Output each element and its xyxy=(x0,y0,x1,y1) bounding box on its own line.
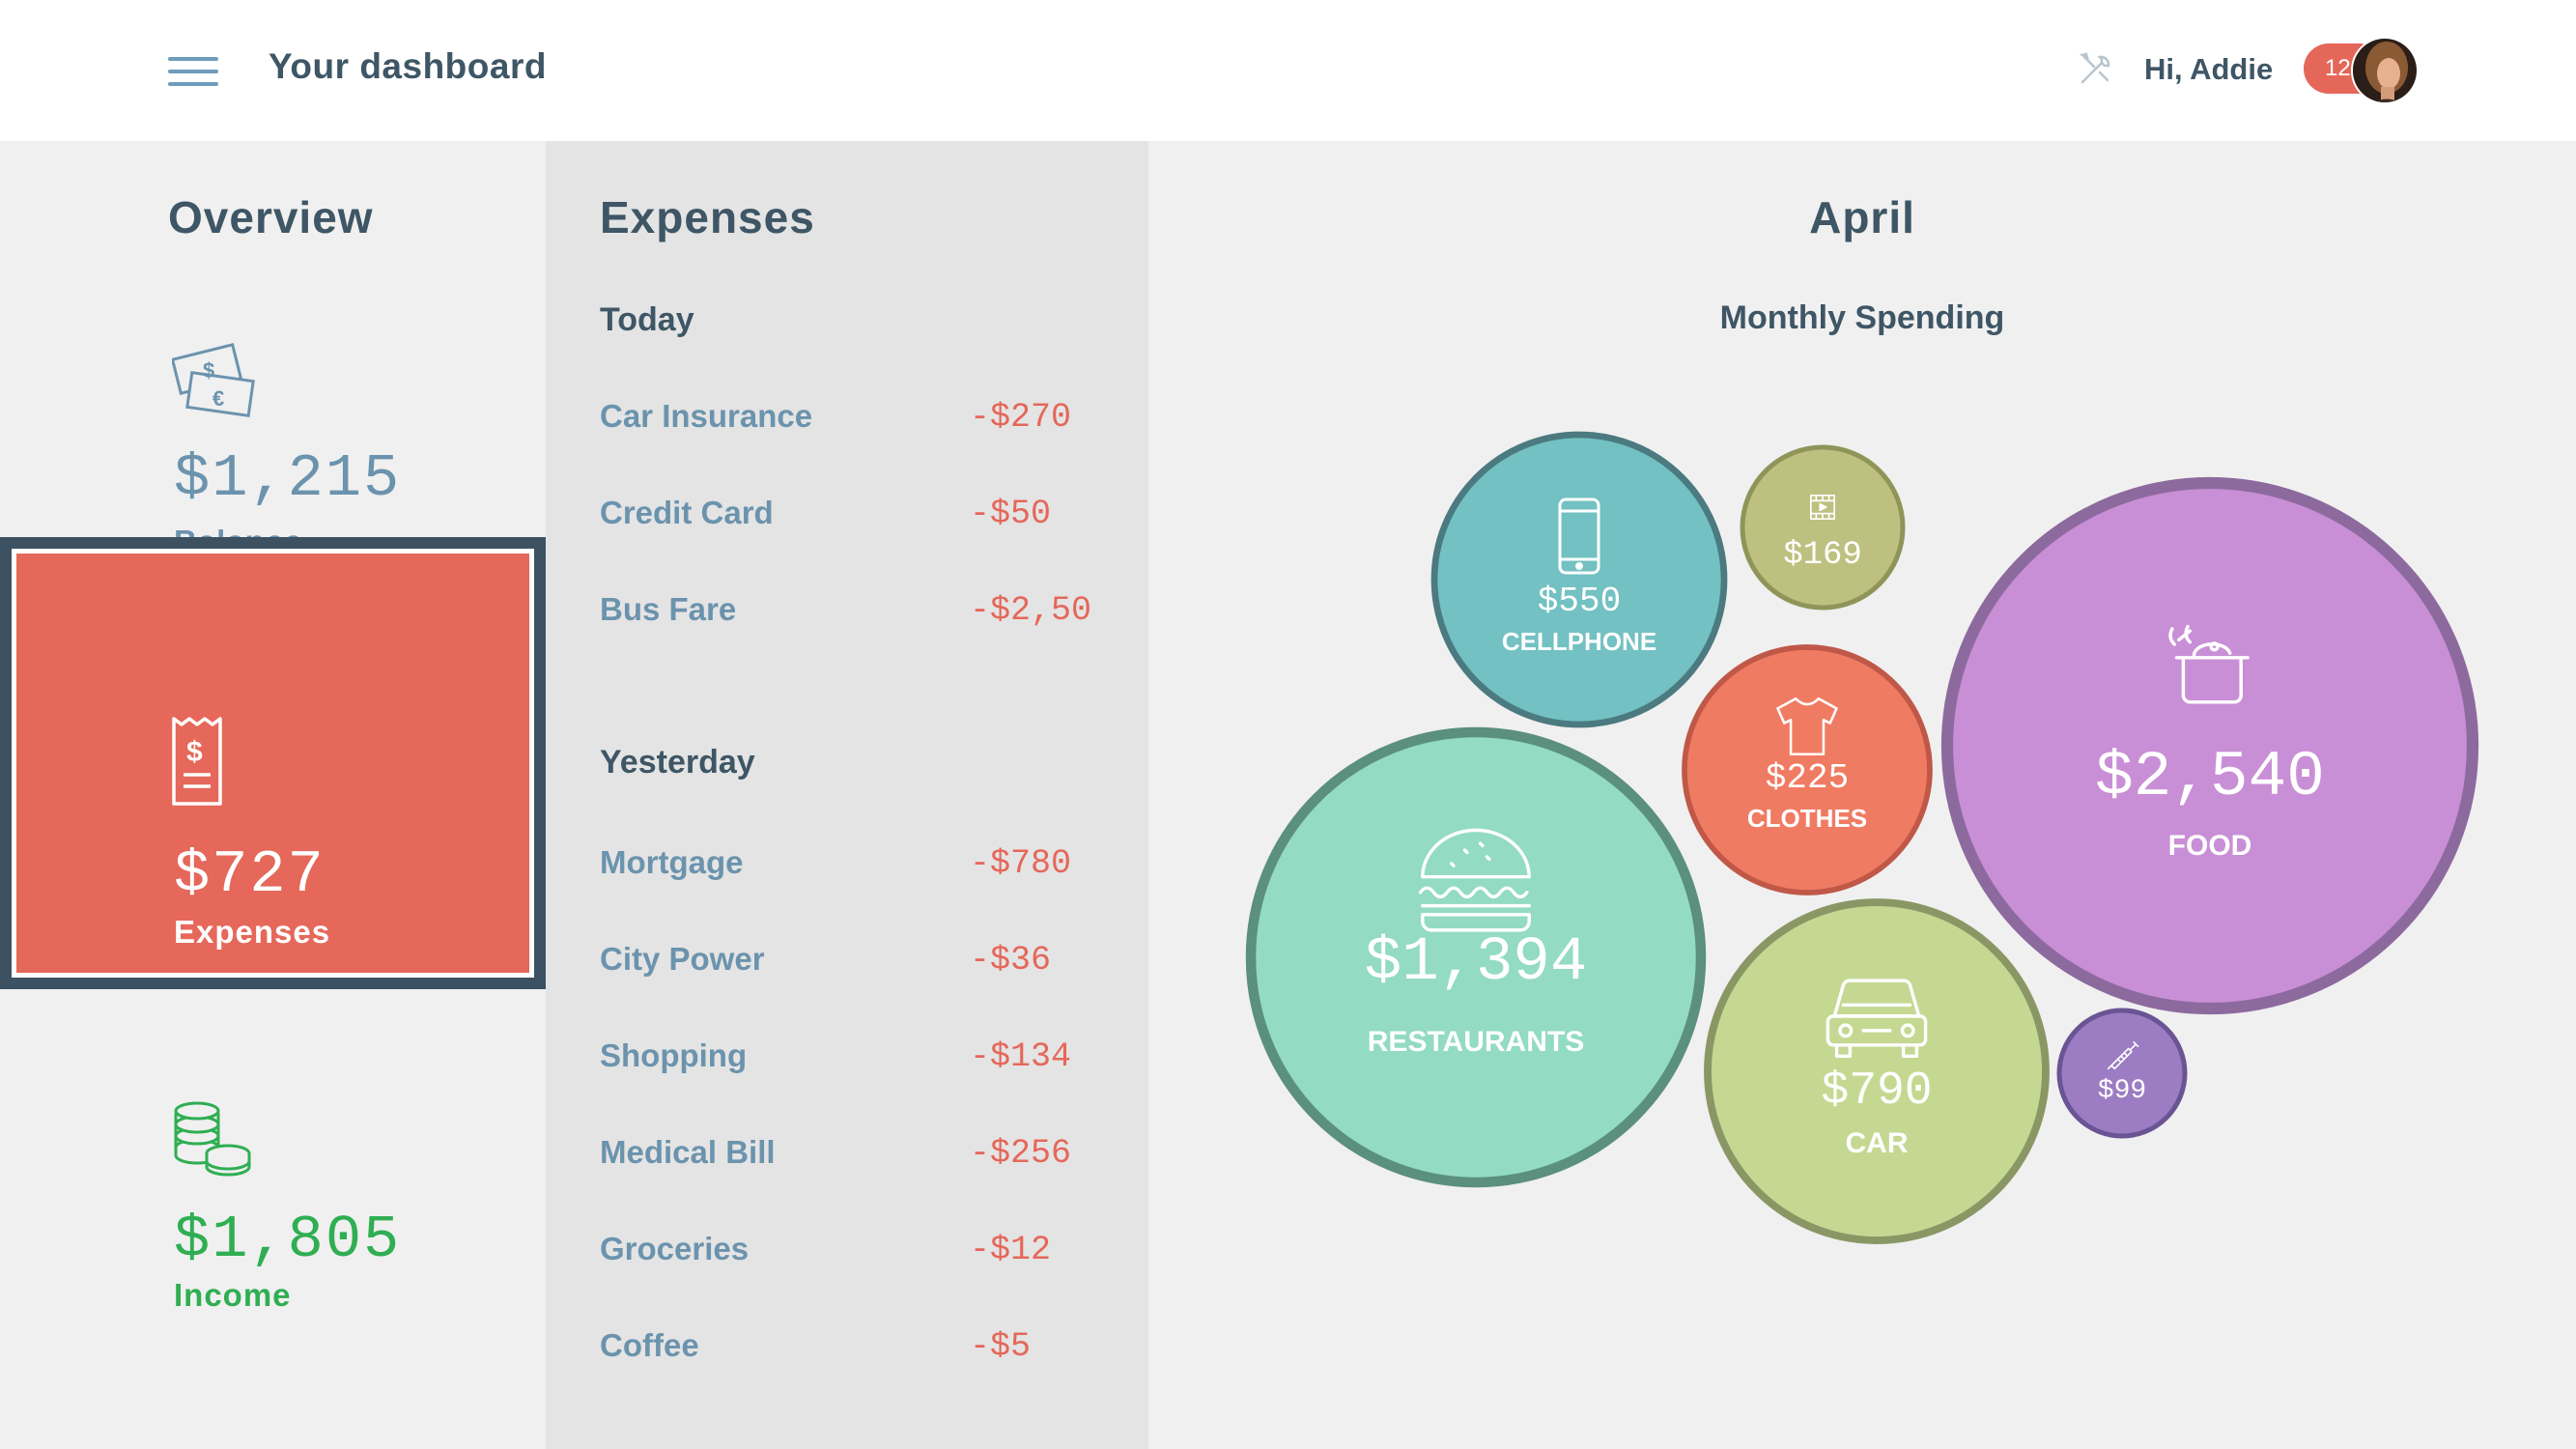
bubble-food[interactable]: $2,540 FOOD xyxy=(1940,476,2479,1015)
bubble-label: FOOD xyxy=(2168,830,2252,862)
bubble-circle xyxy=(1430,431,1728,728)
bubble-value: $790 xyxy=(1821,1065,1932,1118)
bubble-label: CAR xyxy=(1846,1127,1909,1159)
bubble-value: $550 xyxy=(1538,582,1621,621)
bubble-car[interactable]: $790 CAR xyxy=(1704,898,2050,1244)
bubble-label: CLOTHES xyxy=(1747,804,1867,833)
bubble-circle xyxy=(1740,444,1906,611)
bubble-label: RESTAURANTS xyxy=(1368,1026,1584,1058)
bubble-value: $2,540 xyxy=(2095,741,2325,813)
bubble-chart: $550 CELLPHONE $169 $2,540 FOOD $225 CLOTHES $1… xyxy=(1245,431,2479,1244)
bubble-syringe[interactable]: $99 xyxy=(2056,1008,2188,1139)
bubble-film[interactable]: $169 xyxy=(1740,444,1906,611)
bubble-value: $169 xyxy=(1783,537,1862,574)
bubble-label: CELLPHONE xyxy=(1502,627,1656,656)
bubble-circle xyxy=(2056,1008,2188,1139)
bubble-value: $1,394 xyxy=(1365,928,1587,998)
bubble-value: $99 xyxy=(2098,1076,2146,1106)
bubble-clothes[interactable]: $225 CLOTHES xyxy=(1682,644,1933,895)
bubble-value: $225 xyxy=(1766,758,1849,798)
bubble-restaurants[interactable]: $1,394 RESTAURANTS xyxy=(1245,726,1707,1188)
bubble-cellphone[interactable]: $550 CELLPHONE xyxy=(1430,431,1728,728)
